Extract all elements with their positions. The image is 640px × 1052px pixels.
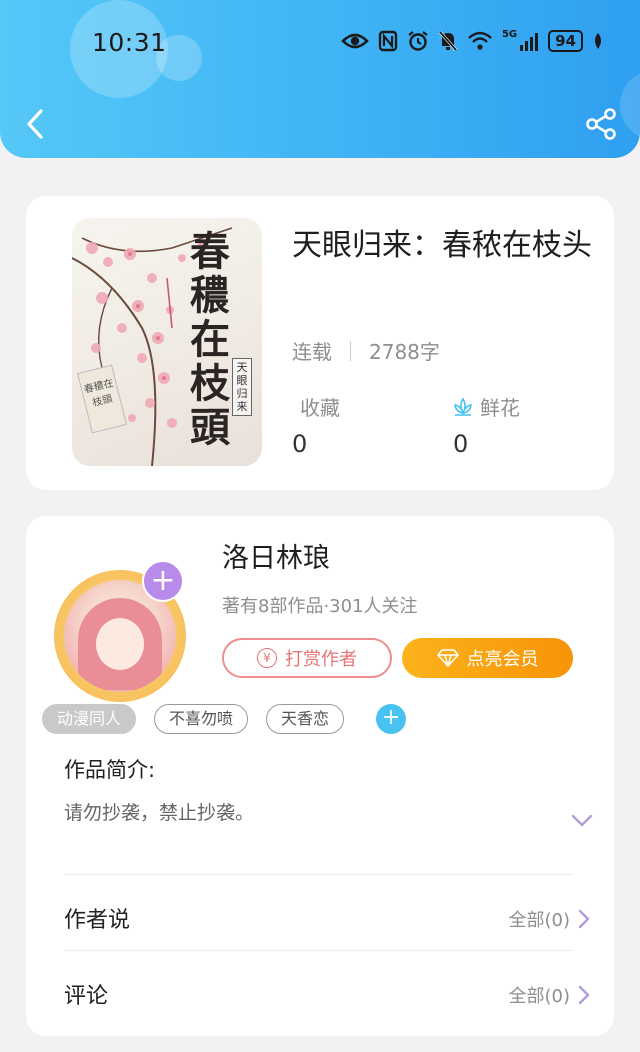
battery-icon: 94 bbox=[548, 30, 583, 52]
favorites-label: 收藏 bbox=[300, 396, 340, 420]
share-icon bbox=[586, 108, 616, 140]
book-title: 天眼归来：春秾在枝头 bbox=[292, 228, 592, 263]
vip-label: 点亮会员 bbox=[466, 649, 539, 670]
share-button[interactable] bbox=[584, 106, 620, 142]
book-cover[interactable]: 春穠在枝頭 天眼归来 春穠在枝頭 bbox=[72, 218, 262, 466]
vip-button[interactable]: 点亮会员 bbox=[402, 638, 573, 678]
status-icons: 5G 94 bbox=[341, 30, 604, 52]
favorites-count: 0 bbox=[292, 430, 308, 458]
tag-list: 动漫同人 不喜勿喷 天香恋 + bbox=[42, 704, 407, 734]
expand-intro-button[interactable] bbox=[570, 812, 594, 830]
flowers-label: 鲜花 bbox=[480, 396, 520, 420]
book-meta: 连载 2788字 bbox=[292, 336, 440, 365]
top-header: 10:31 5G 94 bbox=[0, 0, 640, 158]
author-detail-card: + 洛日林琅 著有8部作品·301人关注 ¥ 打赏作者 点亮会员 动漫同人 不喜… bbox=[26, 516, 614, 1036]
section-divider bbox=[64, 874, 574, 875]
add-tag-button[interactable]: + bbox=[376, 704, 407, 734]
network-label: 5G bbox=[501, 29, 518, 40]
tag-chip[interactable]: 动漫同人 bbox=[42, 704, 137, 734]
wifi-icon bbox=[468, 31, 492, 50]
section-divider bbox=[64, 950, 574, 951]
leaf-icon bbox=[595, 33, 601, 49]
author-says-count: 全部(0) bbox=[508, 910, 571, 931]
cover-calligraphy: 春穠在枝頭 bbox=[190, 228, 230, 451]
intro-title: 作品简介: bbox=[64, 758, 156, 782]
comments-all-button[interactable]: 全部(0) bbox=[509, 982, 591, 1008]
lotus-icon bbox=[454, 397, 472, 416]
alarm-icon bbox=[408, 31, 428, 51]
status-time: 10:31 bbox=[92, 28, 167, 57]
author-name[interactable]: 洛日林琅 bbox=[222, 536, 330, 575]
follow-author-button[interactable]: + bbox=[142, 560, 184, 602]
battery-level: 94 bbox=[548, 30, 583, 52]
author-says-all-button[interactable]: 全部(0) bbox=[509, 906, 591, 932]
author-says-label: 作者说 bbox=[64, 908, 131, 933]
plus-icon: + bbox=[150, 563, 176, 598]
chevron-down-icon bbox=[571, 814, 593, 827]
author-meta: 著有8部作品·301人关注 bbox=[222, 596, 418, 617]
tag-chip[interactable]: 不喜勿喷 bbox=[154, 704, 249, 734]
book-word-count: 2788字 bbox=[369, 340, 440, 364]
mute-icon bbox=[438, 31, 458, 51]
eye-icon bbox=[341, 33, 369, 49]
book-status: 连载 bbox=[292, 340, 332, 364]
flowers-count: 0 bbox=[453, 430, 469, 458]
cover-tag: 天眼归来 bbox=[232, 358, 252, 416]
chevron-right-icon bbox=[578, 985, 590, 1005]
chevron-left-icon bbox=[27, 109, 43, 139]
flowers-button[interactable]: 鲜花 bbox=[452, 392, 520, 421]
intro-text: 请勿抄袭，禁止抄袭。 bbox=[64, 802, 255, 824]
meta-divider bbox=[350, 340, 351, 361]
comments-count: 全部(0) bbox=[508, 986, 571, 1007]
avatar-face bbox=[96, 618, 144, 670]
chevron-right-icon bbox=[578, 909, 590, 929]
nfc-icon bbox=[378, 30, 398, 52]
yen-icon: ¥ bbox=[257, 648, 277, 668]
back-button[interactable] bbox=[18, 104, 52, 144]
signal-icon: 5G bbox=[502, 30, 539, 52]
tag-chip[interactable]: 天香恋 bbox=[266, 704, 345, 734]
comments-label: 评论 bbox=[64, 984, 109, 1009]
diamond-icon bbox=[436, 649, 459, 667]
reward-label: 打赏作者 bbox=[285, 649, 357, 670]
book-info-card: 春穠在枝頭 天眼归来 春穠在枝頭 天眼归来：春秾在枝头 连载 2788字 收藏 … bbox=[26, 196, 614, 490]
reward-author-button[interactable]: ¥ 打赏作者 bbox=[222, 638, 392, 678]
decor-bubble bbox=[620, 70, 640, 140]
